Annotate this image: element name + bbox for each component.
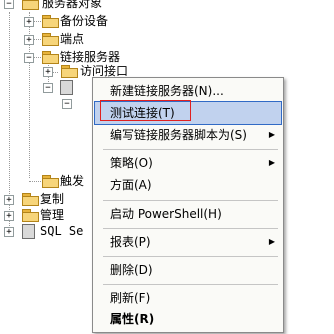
expand-icon[interactable]: +: [24, 17, 34, 27]
tree-node-label: 触发: [60, 174, 85, 188]
tree-node-sql-agent[interactable]: + SQL Se: [0, 222, 92, 240]
collapse-icon[interactable]: −: [62, 99, 72, 109]
linked-server-icon: [60, 80, 73, 95]
expand-icon[interactable]: +: [4, 195, 14, 205]
menu-item-policies[interactable]: 策略(O) ▶: [95, 152, 281, 174]
menu-item-label: 启动 PowerShell(H): [110, 207, 222, 221]
tree-node-backup-devices[interactable]: + 备份设备: [0, 12, 120, 30]
menu-item-delete[interactable]: 删除(D): [95, 259, 281, 281]
menu-item-script-linked-server[interactable]: 编写链接服务器脚本为(S) ▶: [95, 124, 281, 146]
menu-separator: [103, 256, 278, 257]
menu-item-label: 策略(O): [110, 156, 153, 170]
submenu-arrow-icon: ▶: [268, 237, 275, 246]
tree-node-server-objects[interactable]: − 服务器对象: [0, 0, 120, 12]
menu-item-label: 编写链接服务器脚本为(S): [110, 128, 247, 142]
tree-node-label: 端点: [60, 32, 85, 46]
folder-icon: [22, 209, 39, 222]
folder-icon: [22, 0, 39, 10]
expand-icon[interactable]: +: [4, 227, 14, 237]
menu-separator: [103, 228, 278, 229]
folder-icon: [61, 65, 78, 78]
folder-icon: [22, 193, 39, 206]
submenu-arrow-icon: ▶: [268, 158, 275, 167]
sql-agent-icon: [22, 224, 35, 239]
menu-item-start-powershell[interactable]: 启动 PowerShell(H): [95, 203, 281, 225]
menu-item-label: 删除(D): [110, 263, 153, 277]
menu-item-refresh[interactable]: 刷新(F): [95, 287, 281, 309]
menu-item-properties[interactable]: 属性(R): [95, 308, 281, 330]
submenu-arrow-icon: ▶: [268, 130, 275, 139]
folder-icon: [42, 33, 59, 46]
menu-item-new-linked-server[interactable]: 新建链接服务器(N)...: [95, 80, 281, 102]
menu-item-reports[interactable]: 报表(P) ▶: [95, 231, 281, 253]
tree-node-triggers[interactable]: 触发: [0, 172, 92, 190]
expand-icon[interactable]: +: [24, 35, 34, 45]
menu-separator: [103, 200, 278, 201]
menu-item-label: 刷新(F): [110, 291, 151, 305]
menu-separator: [103, 149, 278, 150]
tree-node-label: SQL Se: [40, 224, 84, 238]
menu-item-label: 新建链接服务器(N)...: [110, 84, 224, 98]
tree-node-child[interactable]: −: [0, 94, 92, 112]
folder-icon: [42, 175, 59, 188]
menu-item-label: 报表(P): [110, 235, 151, 249]
menu-item-label: 方面(A): [110, 178, 152, 192]
expand-icon[interactable]: +: [4, 211, 14, 221]
tree-node-label: 服务器对象: [42, 0, 103, 10]
menu-item-label: 属性(R): [110, 312, 155, 326]
tree-node-label: 备份设备: [60, 14, 109, 28]
collapse-icon[interactable]: −: [43, 83, 53, 93]
menu-separator: [103, 284, 278, 285]
folder-icon: [42, 15, 59, 28]
expand-icon[interactable]: +: [43, 67, 53, 77]
collapse-icon[interactable]: −: [4, 0, 14, 9]
tree-node-endpoints[interactable]: + 端点: [0, 30, 120, 48]
highlight-annotation-box: [100, 100, 191, 121]
menu-item-facets[interactable]: 方面(A): [95, 174, 281, 196]
